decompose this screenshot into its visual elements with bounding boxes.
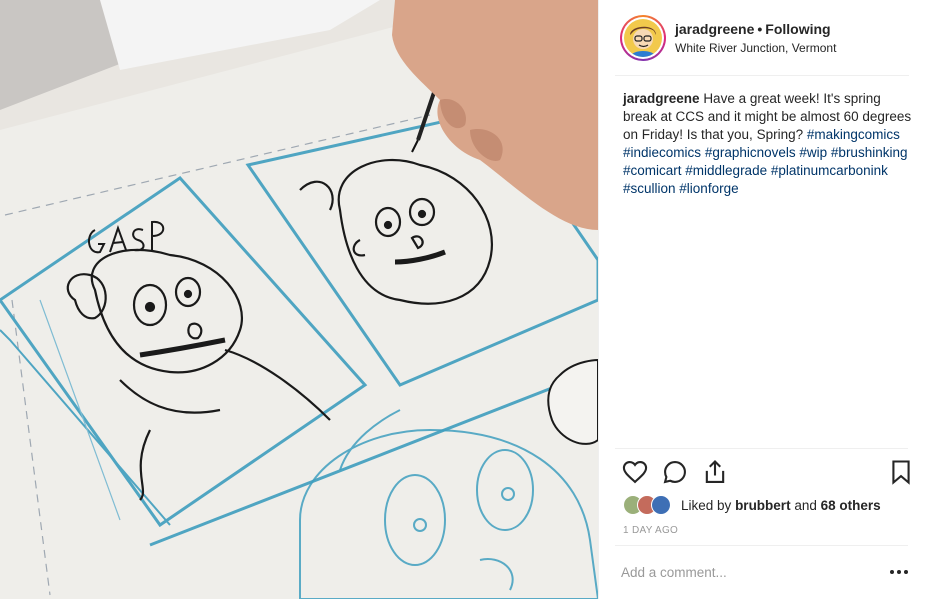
caption-username[interactable]: jaradgreene (623, 91, 700, 106)
hashtag-link[interactable]: #wip (799, 145, 827, 160)
hashtag-link[interactable]: #brushinking (831, 145, 908, 160)
location-link[interactable]: White River Junction, Vermont (675, 41, 836, 55)
post-header: jaradgreene • Following White River Juncti… (599, 0, 934, 76)
hashtag-link[interactable]: #indiecomics (623, 145, 701, 160)
others-count-link[interactable]: 68 others (821, 498, 881, 513)
bookmark-icon (892, 460, 910, 485)
comment-button[interactable] (661, 458, 689, 486)
avatar-icon (624, 19, 662, 57)
hashtag-link[interactable]: #platinumcarbonink (771, 163, 888, 178)
hashtag-link[interactable]: #makingcomics (807, 127, 900, 142)
following-button[interactable]: Following (765, 21, 830, 37)
comment-divider (615, 545, 908, 546)
more-options-icon (890, 570, 908, 574)
comic-art-image (0, 0, 598, 599)
post-caption: jaradgreene Have a great week! It's spri… (623, 90, 913, 198)
hashtag-link[interactable]: #middlegrade (685, 163, 767, 178)
save-button[interactable] (887, 458, 915, 486)
liked-by-user-link[interactable]: brubbert (735, 498, 791, 513)
like-button[interactable] (621, 458, 649, 486)
liked-by-prefix: Liked by (681, 497, 732, 513)
comment-input[interactable] (621, 560, 871, 584)
username-link[interactable]: jaradgreene (675, 21, 754, 37)
more-options-button[interactable] (887, 564, 911, 580)
hashtag-link[interactable]: #comicart (623, 163, 682, 178)
hashtag-link[interactable]: #scullion (623, 181, 676, 196)
header-divider (615, 75, 909, 76)
liker-avatar (651, 495, 671, 515)
separator-dot: • (757, 21, 763, 37)
actions-divider (615, 448, 908, 449)
avatar[interactable] (620, 15, 666, 61)
heart-icon (622, 461, 648, 484)
comment-icon (663, 461, 686, 484)
likes-summary: Liked by brubbert and 68 others (623, 494, 881, 516)
post-timestamp[interactable]: 1 DAY AGO (623, 525, 678, 536)
post-photo[interactable] (0, 0, 598, 599)
post-sidebar: jaradgreene • Following White River Juncti… (598, 0, 934, 599)
hashtag-link[interactable]: #lionforge (679, 181, 738, 196)
liked-by-conjunction: and (794, 497, 817, 513)
liker-avatars[interactable] (623, 495, 673, 515)
share-icon (705, 460, 725, 483)
hashtag-link[interactable]: #graphicnovels (705, 145, 796, 160)
share-button[interactable] (701, 458, 729, 486)
